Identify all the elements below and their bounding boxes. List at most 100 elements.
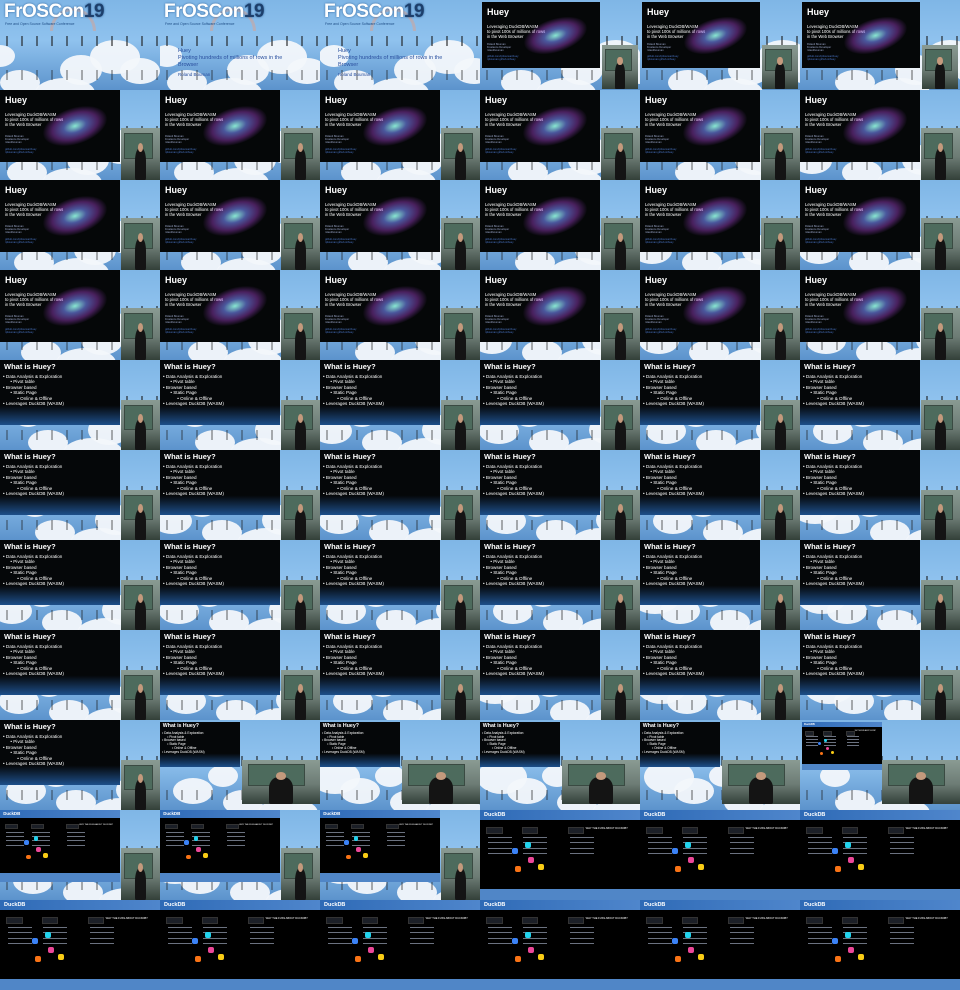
huey-slide: Huey Leveraging DuckDB/WASM to pivot 100s…: [802, 2, 920, 68]
footer-band: [802, 764, 882, 770]
nebula-graphic: [358, 278, 432, 334]
slide-title: DuckDB: [640, 810, 800, 820]
speaker-camera: [441, 218, 480, 270]
logo-mark: [819, 751, 823, 755]
nebula-graphic: [198, 278, 272, 334]
logo-mark: [356, 847, 361, 853]
video-frame: What is Huey? • Data Analysis & Explorati…: [0, 540, 160, 630]
logo-mark: [826, 746, 829, 750]
headline-text: WHY THE FUSS ABOUT DUCKDB?: [745, 827, 788, 831]
speaker-head: [297, 142, 304, 152]
content-box: [4, 823, 18, 830]
whatis-slide: What is Huey? • Data Analysis & Explorati…: [160, 360, 280, 425]
video-frame: DuckDB WHY THE FUSS ABOUT DUCKDB?: [640, 900, 800, 990]
bullet-item: • Leverages DuckDB (WASM): [3, 581, 64, 587]
video-frame: DuckDB WHY THE FUSS ABOUT DUCKDB?: [480, 900, 640, 990]
headline-text: WHY THE FUSS ABOUT DUCKDB?: [854, 731, 876, 733]
logo-mark: [857, 954, 864, 960]
nebula-graphic: [679, 9, 752, 61]
logo-mark: [524, 842, 531, 849]
bullet-item: • Leverages DuckDB (WASM): [323, 401, 384, 407]
text-line: [808, 937, 832, 939]
speaker-camera: [121, 128, 160, 180]
links-block: github.com/rpbouman/huey rpbouman.github…: [325, 237, 357, 244]
speaker-camera: [242, 760, 320, 804]
speaker-camera: [761, 308, 800, 360]
links-block: github.com/rpbouman/huey rpbouman.github…: [325, 147, 357, 154]
logo-mark: [684, 842, 691, 849]
speaker-camera: [921, 128, 960, 180]
logo-mark: [48, 946, 54, 953]
slide-title: What is Huey?: [324, 452, 376, 461]
slide-title: Huey: [325, 275, 348, 285]
content-box: [846, 731, 856, 736]
bullet-list: • Data Analysis & Exploration • Pivot tab…: [483, 464, 544, 496]
nebula-graphic: [38, 98, 112, 154]
video-frame: Huey Leveraging DuckDB/WASM to pivot 100s…: [640, 180, 800, 270]
footer-band: [640, 889, 800, 900]
speaker-head: [777, 57, 783, 66]
logo-mark: [835, 865, 842, 872]
slide-title: Huey: [807, 7, 830, 17]
text-line: [249, 932, 274, 934]
content-box: [681, 917, 698, 924]
slide-title: Huey: [487, 7, 510, 17]
text-line: [409, 927, 434, 928]
bullet-item: • Leverages DuckDB (WASM): [162, 749, 205, 754]
headline-text: WHY THE FUSS ABOUT DUCKDB?: [79, 823, 113, 826]
text-line: [569, 853, 594, 855]
text-line: [352, 844, 371, 846]
logo-mark: [184, 840, 189, 846]
huey-slide: Huey Leveraging DuckDB/WASM to pivot 100s…: [160, 180, 280, 252]
speaker-camera: [601, 580, 640, 630]
text-line: [249, 927, 274, 928]
speaker-camera: [441, 400, 480, 450]
text-line: [363, 943, 388, 945]
author-block: Roland Bouman Freelance Developer roland…: [325, 134, 350, 145]
speaker-camera: [601, 218, 640, 270]
speaker-camera: [722, 760, 800, 804]
video-frame: What is Huey? • Data Analysis & Explorati…: [160, 720, 320, 810]
logo-mark: [524, 932, 531, 939]
links-block: github.com/rpbouman/huey rpbouman.github…: [805, 237, 837, 244]
footer-band: [640, 979, 800, 990]
text-line: [32, 831, 51, 833]
speaker-head: [297, 862, 304, 872]
tagline: Free and Open Source Software Conference: [5, 22, 75, 26]
logo-mark: [835, 955, 842, 962]
logo-mark: [195, 955, 202, 962]
text-line: [488, 927, 512, 928]
text-line: [249, 943, 274, 945]
content-box: [486, 917, 503, 924]
headline-text: WHY THE FUSS ABOUT DUCKDB?: [745, 917, 788, 921]
speaker-head: [137, 322, 144, 332]
speaker-camera: [882, 760, 960, 804]
bullet-list: • Data Analysis & Exploration • Pivot tab…: [803, 554, 864, 586]
bullet-list: • Data Analysis & Exploration • Pivot tab…: [3, 734, 64, 766]
bullet-list: • Data Analysis & Exploration • Pivot tab…: [642, 731, 684, 755]
huey-slide: Huey Leveraging DuckDB/WASM to pivot 100s…: [480, 180, 600, 252]
text-line: [523, 837, 548, 838]
text-line: [8, 937, 32, 939]
video-frame: Huey Leveraging DuckDB/WASM to pivot 100s…: [800, 90, 960, 180]
logo-mark: [697, 954, 704, 960]
speaker-silhouette: [934, 599, 947, 630]
speaker-camera: [761, 670, 800, 720]
whatis-slide: What is Huey? • Data Analysis & Explorati…: [320, 360, 440, 425]
speaker-silhouette: [294, 419, 307, 450]
whatis-slide: What is Huey? • Data Analysis & Explorati…: [480, 540, 600, 605]
slide-title: What is Huey?: [164, 362, 216, 371]
duckdb-slide: DuckDB WHY THE FUSS ABOUT DUCKDB?: [320, 810, 440, 882]
text-line: [889, 853, 914, 855]
bullet-item: • Leverages DuckDB (WASM): [163, 671, 224, 677]
video-frame: What is Huey? • Data Analysis & Explorati…: [160, 360, 320, 450]
logo-mark: [368, 946, 374, 953]
logo-mark: [57, 954, 64, 960]
text-line: [409, 943, 434, 945]
whatis-slide: What is Huey? • Data Analysis & Explorati…: [160, 450, 280, 515]
slide-title: DuckDB: [160, 810, 280, 818]
text-line: [249, 937, 274, 939]
video-frame: Huey Leveraging DuckDB/WASM to pivot 100s…: [480, 0, 640, 90]
footer-band: [480, 889, 640, 900]
text-line: [67, 844, 86, 846]
